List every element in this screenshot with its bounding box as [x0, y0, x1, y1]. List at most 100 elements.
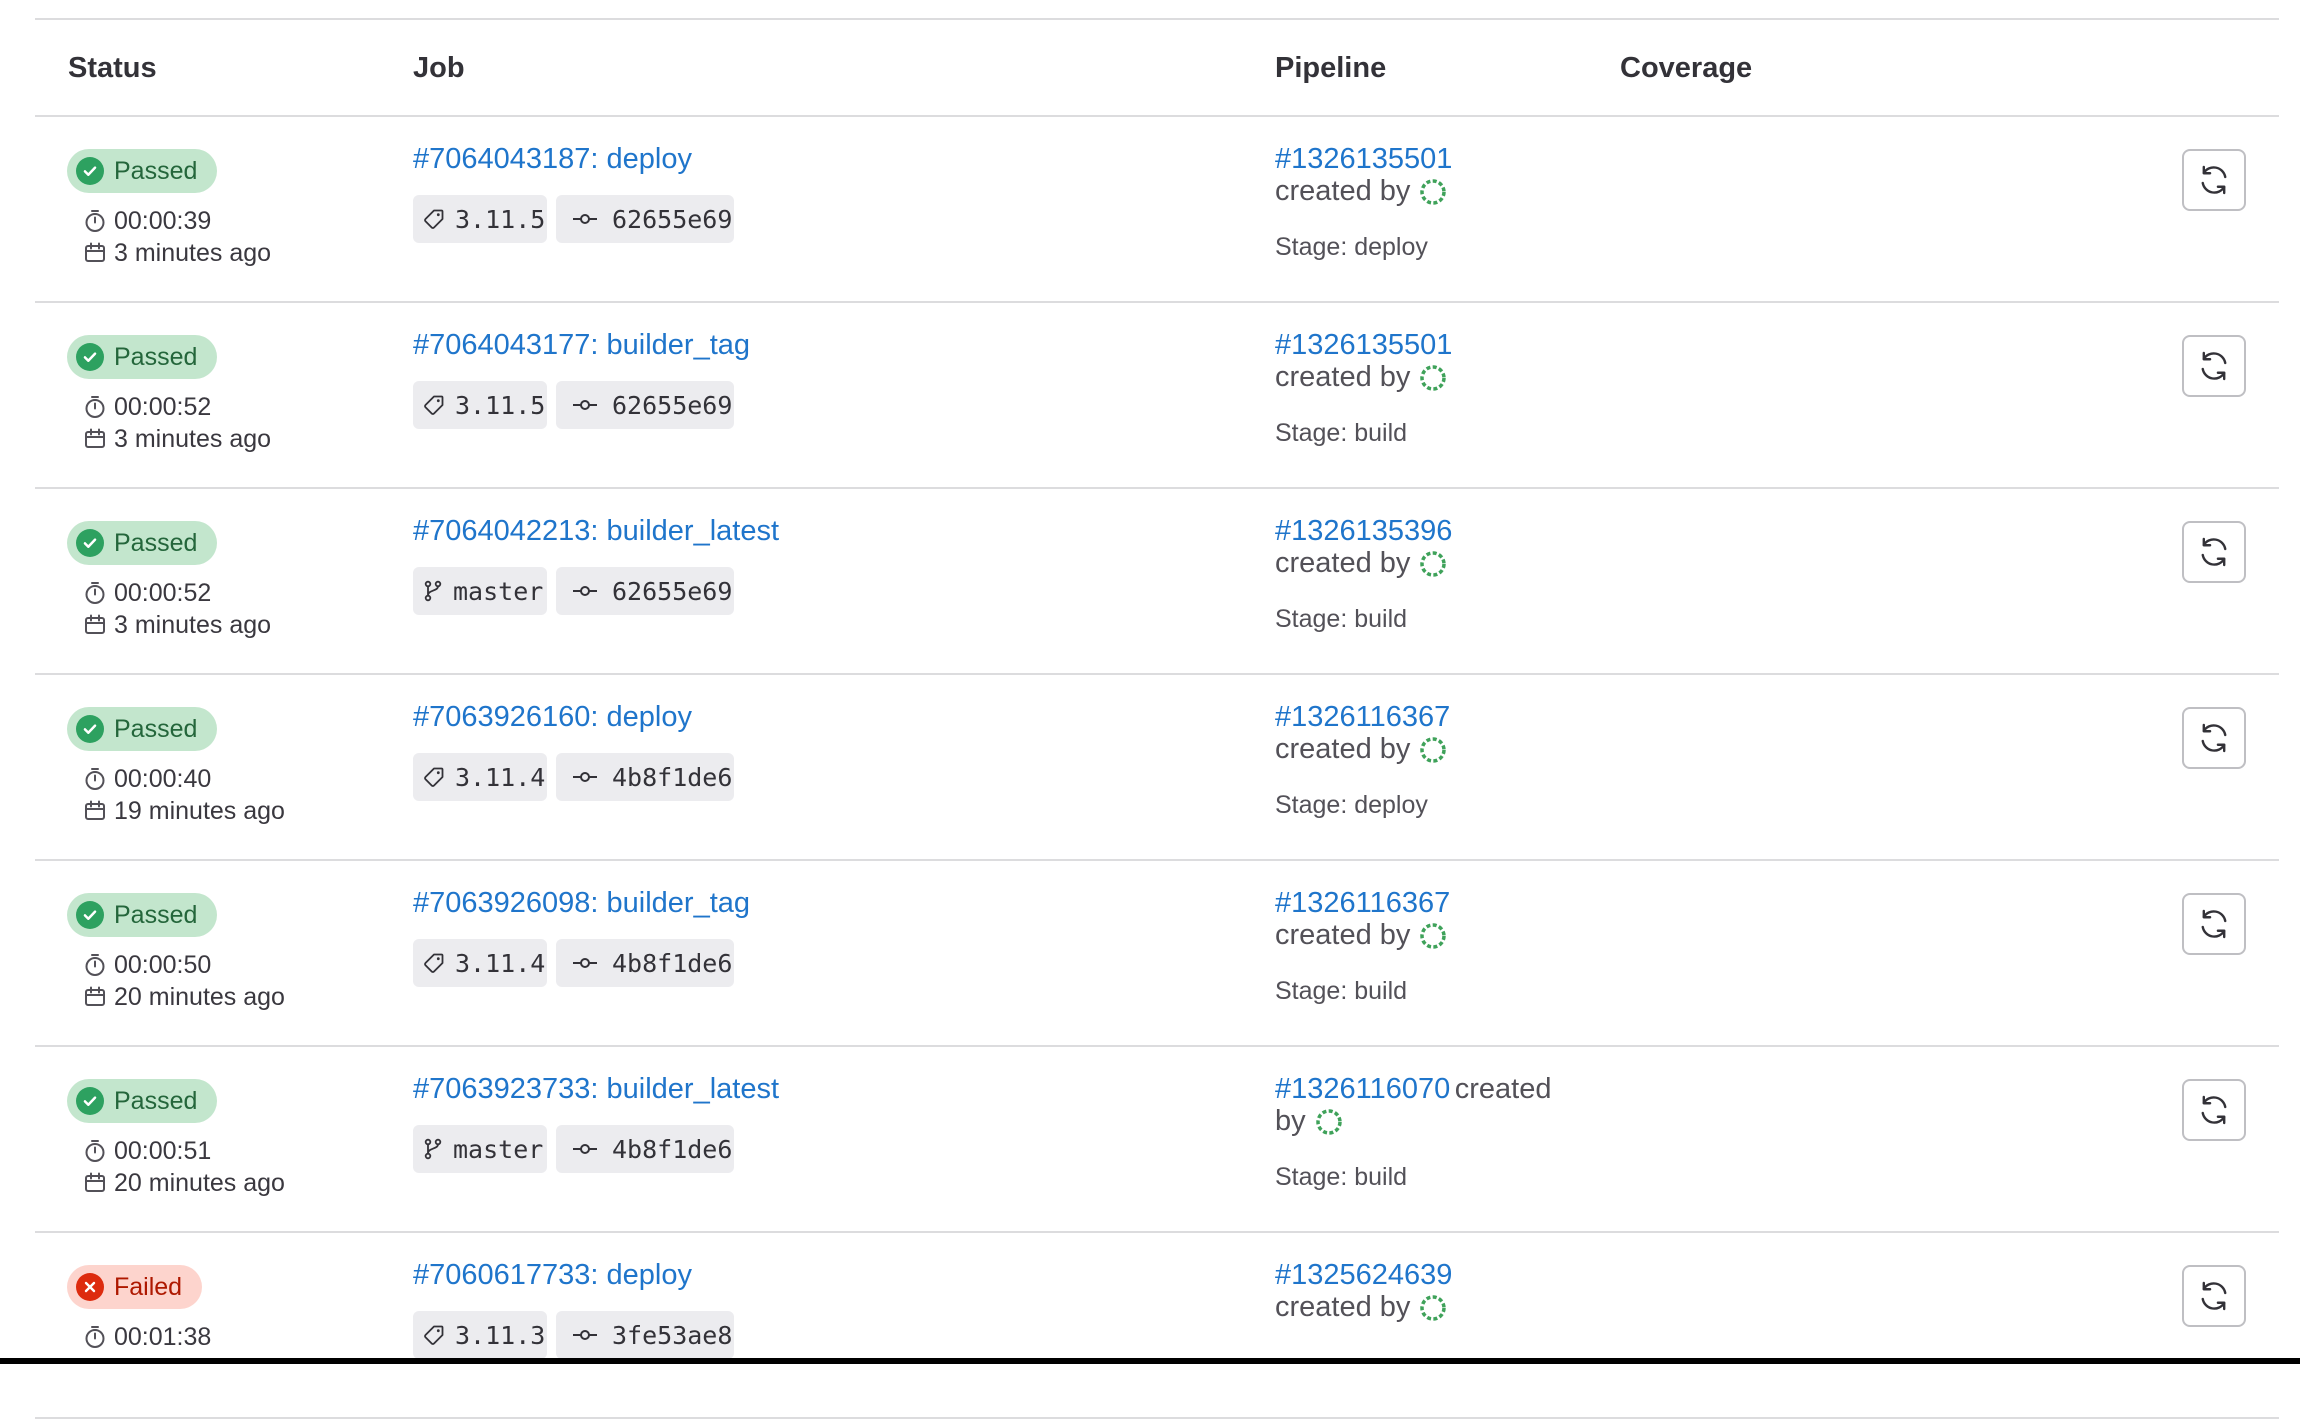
retry-button[interactable] — [2182, 149, 2246, 211]
pipeline-creator: created by — [1275, 919, 1448, 952]
pipeline-creator: by — [1275, 1105, 1344, 1138]
user-avatar-icon[interactable] — [1410, 735, 1448, 765]
ref-chip[interactable]: 3.11.4 — [413, 753, 547, 801]
user-avatar-icon[interactable] — [1410, 363, 1448, 393]
pipeline-link[interactable]: #1326116367 — [1275, 701, 1450, 733]
pipeline-creator: created by — [1275, 547, 1448, 580]
pipeline-creator: created by — [1275, 361, 1448, 394]
retry-button[interactable] — [2182, 893, 2246, 955]
status-badge[interactable]: Failed — [67, 1265, 203, 1309]
status-badge[interactable]: Passed — [67, 707, 218, 751]
timer-icon — [84, 395, 114, 419]
job-link[interactable]: #7063923733: builder_latest — [413, 1073, 779, 1106]
pipeline-link[interactable]: #1326116367 — [1275, 887, 1450, 919]
commit-chip[interactable]: 4b8f1de6 — [556, 1125, 734, 1173]
job-stage: Stage: deploy — [1275, 233, 1428, 261]
job-stage: Stage: build — [1275, 419, 1408, 447]
pipeline-link[interactable]: #1326116070 — [1275, 1073, 1450, 1105]
job-link[interactable]: #7060617733: deploy — [413, 1259, 692, 1292]
commit-chip[interactable]: 62655e69 — [556, 195, 734, 243]
status-failed-icon — [76, 1273, 104, 1301]
status-badge[interactable]: Passed — [67, 1079, 218, 1123]
job-finished: 20 minutes ago — [84, 1167, 285, 1199]
commit-chip[interactable]: 4b8f1de6 — [556, 939, 734, 987]
ref-chip[interactable]: 3.11.4 — [413, 939, 547, 987]
job-link[interactable]: #7064043187: deploy — [413, 143, 692, 176]
job-finished: 3 minutes ago — [84, 423, 271, 455]
created-by-text: created by — [1275, 733, 1411, 765]
tag-icon — [423, 208, 455, 230]
job-link[interactable]: #7063926160: deploy — [413, 701, 692, 734]
status-badge[interactable]: Passed — [67, 893, 218, 937]
pipeline-link[interactable]: #1326135501 — [1275, 143, 1452, 175]
user-avatar-icon[interactable] — [1410, 549, 1448, 579]
retry-button[interactable] — [2182, 707, 2246, 769]
ref-chip[interactable]: 3.11.3 — [413, 1311, 547, 1359]
retry-icon — [2196, 348, 2232, 384]
timer-icon — [84, 1325, 114, 1349]
job-duration: 00:00:52 — [84, 577, 211, 609]
pipeline-info: #1326116070 created — [1275, 1073, 1551, 1106]
job-duration: 00:00:39 — [84, 205, 211, 237]
retry-button[interactable] — [2182, 1079, 2246, 1141]
table-row: Passed 00:00:51 20 minutes ago #7063923733:… — [0, 1047, 2300, 1233]
finished-value: 3 minutes ago — [114, 238, 272, 267]
ref-name: master — [453, 1134, 544, 1164]
ref-chip[interactable]: master — [413, 1125, 547, 1173]
status-success-icon — [76, 1087, 104, 1115]
status-label: Passed — [114, 156, 198, 185]
table-row: Failed 00:01:38 #7060617733: deploy 3.11.3 3… — [0, 1233, 2300, 1419]
commit-icon — [572, 1327, 612, 1343]
job-duration: 00:01:38 — [84, 1321, 211, 1353]
commit-chip[interactable]: 4b8f1de6 — [556, 753, 734, 801]
retry-icon — [2196, 720, 2232, 756]
job-link[interactable]: #7064042213: builder_latest — [413, 515, 779, 548]
pipeline-link[interactable]: #1326135501 — [1275, 329, 1452, 361]
retry-button[interactable] — [2182, 1265, 2246, 1327]
duration-value: 00:00:40 — [114, 764, 212, 793]
job-link[interactable]: #7063926098: builder_tag — [413, 887, 750, 920]
timer-icon — [84, 767, 114, 791]
job-link[interactable]: #7064043177: builder_tag — [413, 329, 750, 362]
user-avatar-icon[interactable] — [1410, 921, 1448, 951]
pipeline-link[interactable]: #1326135396 — [1275, 515, 1452, 547]
retry-button[interactable] — [2182, 521, 2246, 583]
status-success-icon — [76, 901, 104, 929]
ref-chip[interactable]: 3.11.5 — [413, 381, 547, 429]
retry-icon — [2196, 1278, 2232, 1314]
tag-icon — [423, 394, 455, 416]
ref-chip[interactable]: 3.11.5 — [413, 195, 547, 243]
pipeline-creator: created by — [1275, 175, 1448, 208]
status-label: Failed — [114, 1272, 183, 1301]
commit-sha: 4b8f1de6 — [612, 762, 733, 792]
commit-chip[interactable]: 62655e69 — [556, 381, 734, 429]
pipeline-info: #1325624639 — [1275, 1259, 1452, 1292]
commit-sha: 3fe53ae8 — [612, 1320, 733, 1350]
status-badge[interactable]: Passed — [67, 521, 218, 565]
created-by-text-wrap: by — [1275, 1105, 1306, 1137]
duration-value: 00:00:52 — [114, 392, 212, 421]
job-stage: Stage: build — [1275, 1163, 1408, 1191]
commit-chip[interactable]: 3fe53ae8 — [556, 1311, 734, 1359]
user-avatar-icon[interactable] — [1306, 1107, 1344, 1137]
pipeline-link[interactable]: #1325624639 — [1275, 1259, 1452, 1291]
finished-value: 3 minutes ago — [114, 610, 272, 639]
retry-button[interactable] — [2182, 335, 2246, 397]
user-avatar-icon[interactable] — [1410, 177, 1448, 207]
finished-value: 3 minutes ago — [114, 424, 272, 453]
commit-sha: 62655e69 — [612, 204, 733, 234]
status-badge[interactable]: Passed — [67, 335, 218, 379]
status-badge[interactable]: Passed — [67, 149, 218, 193]
ref-chip[interactable]: master — [413, 567, 547, 615]
commit-icon — [572, 955, 612, 971]
job-stage: Stage: build — [1275, 977, 1408, 1005]
commit-chip[interactable]: 62655e69 — [556, 567, 734, 615]
created-by-text: created by — [1275, 1291, 1411, 1323]
pipeline-info: #1326135501 — [1275, 329, 1452, 362]
job-stage: Stage: build — [1275, 605, 1408, 633]
calendar-icon — [84, 800, 114, 822]
commit-icon — [572, 769, 612, 785]
pipeline-info: #1326116367 — [1275, 887, 1450, 920]
status-success-icon — [76, 715, 104, 743]
user-avatar-icon[interactable] — [1410, 1293, 1448, 1323]
